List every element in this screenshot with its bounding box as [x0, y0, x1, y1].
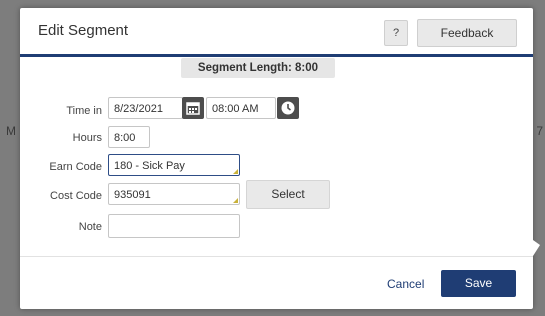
background-text-right: 7	[536, 124, 543, 138]
cost-code-value: 935091	[114, 189, 151, 201]
time-in-label: Time in	[66, 105, 102, 117]
select-cost-code-button[interactable]: Select	[246, 180, 330, 209]
earn-code-value: 180 - Sick Pay	[114, 160, 185, 172]
feedback-button[interactable]: Feedback	[417, 19, 517, 47]
note-input[interactable]	[108, 214, 240, 238]
cost-code-input[interactable]: 935091	[108, 183, 240, 205]
time-in-time-input[interactable]: 08:00 AM	[206, 97, 276, 119]
hours-input[interactable]: 8:00	[108, 126, 150, 148]
dialog-title: Edit Segment	[38, 22, 129, 39]
resize-handle-icon	[233, 169, 238, 174]
calendar-icon[interactable]	[182, 97, 204, 119]
earn-code-label: Earn Code	[49, 161, 102, 173]
background-text-left: M	[6, 124, 16, 138]
hours-label: Hours	[72, 132, 102, 144]
cancel-button[interactable]: Cancel	[387, 277, 424, 291]
resize-handle-icon	[233, 198, 238, 203]
earn-code-input[interactable]: 180 - Sick Pay	[108, 154, 240, 176]
clock-icon[interactable]	[277, 97, 299, 119]
save-button[interactable]: Save	[441, 270, 516, 297]
help-button[interactable]: ?	[384, 20, 408, 46]
dialog-header: Edit Segment ? Feedback	[20, 8, 533, 57]
time-in-date-input[interactable]: 8/23/2021	[108, 97, 183, 119]
footer-divider	[20, 256, 533, 257]
cost-code-label: Cost Code	[50, 190, 102, 202]
note-label: Note	[78, 221, 102, 233]
edit-segment-dialog: Edit Segment ? Feedback Segment Length: …	[20, 8, 533, 309]
segment-length-banner: Segment Length: 8:00	[181, 58, 335, 78]
mouse-cursor-icon	[533, 240, 540, 256]
